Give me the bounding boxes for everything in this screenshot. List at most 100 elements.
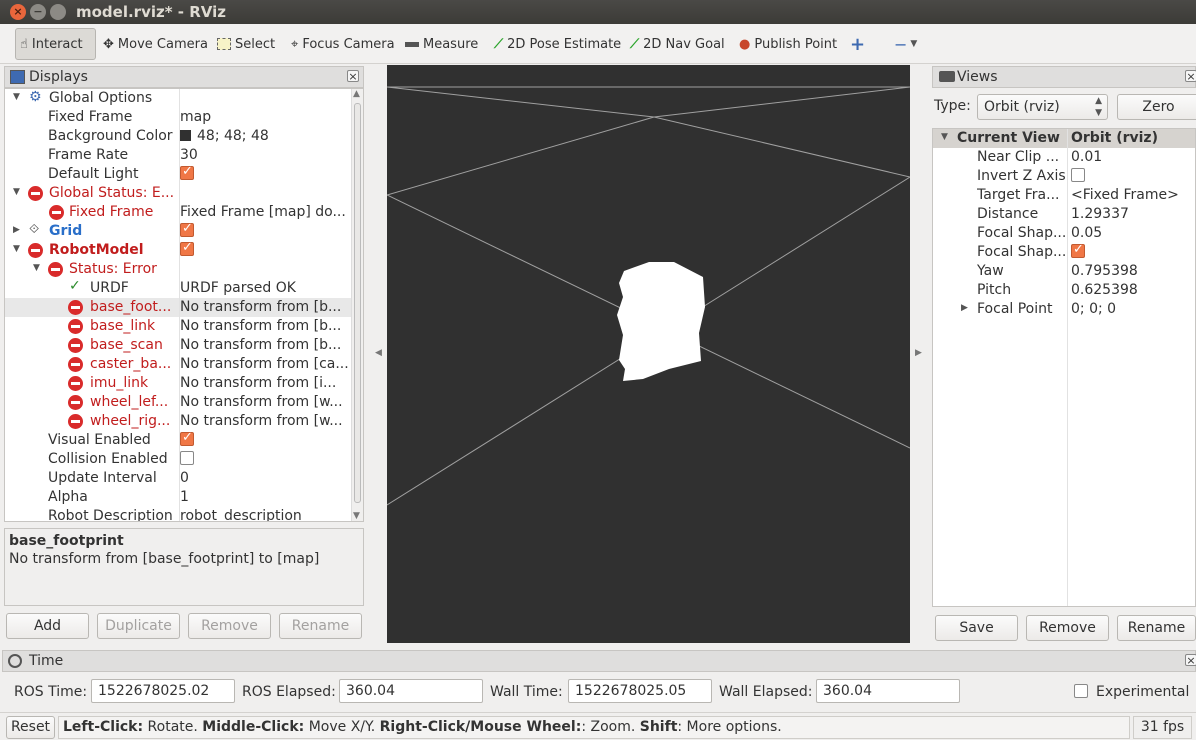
collision-enabled-checkbox[interactable] — [180, 451, 194, 465]
tree-row-fixed-frame-status[interactable]: Fixed Frame Fixed Frame [map] do... — [5, 203, 363, 222]
view-row-target-frame[interactable]: Target Fra... <Fixed Frame> — [933, 186, 1195, 205]
displays-tree[interactable]: ▼ ⚙ Global Options Fixed Frame map Backg… — [4, 88, 364, 522]
scroll-down-icon[interactable]: ▼ — [353, 511, 360, 521]
error-icon — [68, 338, 83, 353]
grid-render — [386, 86, 911, 506]
column-divider — [179, 89, 180, 521]
3d-viewport[interactable] — [386, 65, 911, 643]
tree-row-fixed-frame[interactable]: Fixed Frame map — [5, 108, 363, 127]
robotmodel-checkbox[interactable] — [180, 242, 194, 256]
chevron-down-icon: ▼ — [33, 263, 40, 273]
window-title: model.rviz* - RViz — [76, 3, 227, 21]
default-light-checkbox[interactable] — [180, 166, 194, 180]
tree-row-grid[interactable]: ▶ ⟐ Grid — [5, 222, 363, 241]
window-close-button[interactable]: × — [10, 4, 26, 20]
view-row-focal-shape-fixed[interactable]: Focal Shap... — [933, 242, 1195, 262]
close-icon[interactable]: × — [347, 70, 359, 82]
save-view-button[interactable]: Save — [935, 615, 1018, 641]
description-title: base_footprint — [9, 533, 124, 549]
view-type-select[interactable]: Orbit (rviz) ▲ ▼ — [977, 94, 1108, 120]
displays-scrollbar[interactable]: ▲ ▼ — [351, 89, 363, 521]
experimental-checkbox[interactable] — [1074, 684, 1088, 698]
tool-measure[interactable]: Measure — [405, 28, 478, 60]
focal-shape-fixed-checkbox[interactable] — [1071, 242, 1085, 258]
tool-focus-camera[interactable]: ⌖ Focus Camera — [291, 28, 395, 60]
ros-time-field[interactable]: 1522678025.02 — [91, 679, 235, 703]
view-row-distance[interactable]: Distance 1.29337 — [933, 205, 1195, 224]
tree-row-alpha[interactable]: Alpha 1 — [5, 488, 363, 507]
tree-row-base-scan[interactable]: base_scan No transform from [b... — [5, 336, 363, 355]
tree-row-wheel-left[interactable]: wheel_lef... No transform from [w... — [5, 393, 363, 412]
measure-icon — [405, 41, 419, 47]
chevron-down-icon: ▼ — [13, 244, 20, 254]
tree-row-frame-rate[interactable]: Frame Rate 30 — [5, 146, 363, 165]
tool-select[interactable]: Select — [217, 28, 275, 60]
add-button[interactable]: Add — [6, 613, 89, 639]
zero-button[interactable]: Zero — [1117, 94, 1196, 120]
duplicate-button[interactable]: Duplicate — [97, 613, 180, 639]
tree-row-global-options[interactable]: ▼ ⚙ Global Options — [5, 89, 363, 108]
reset-button[interactable]: Reset — [6, 716, 55, 739]
tree-row-update-interval[interactable]: Update Interval 0 — [5, 469, 363, 488]
tree-row-collision-enabled[interactable]: Collision Enabled — [5, 450, 363, 469]
rename-display-button[interactable]: Rename — [279, 613, 362, 639]
tree-row-global-status[interactable]: ▼ Global Status: E... — [5, 184, 363, 203]
view-row-yaw[interactable]: Yaw 0.795398 — [933, 262, 1195, 281]
tool-2d-pose-estimate[interactable]: ⟋ 2D Pose Estimate — [494, 28, 621, 60]
tree-row-urdf[interactable]: ✓ URDF URDF parsed OK — [5, 278, 363, 298]
error-icon — [68, 319, 83, 334]
tree-row-caster[interactable]: caster_ba... No transform from [ca... — [5, 355, 363, 374]
view-row-invert-z[interactable]: Invert Z Axis — [933, 167, 1195, 186]
add-tool-button[interactable]: + — [850, 28, 865, 60]
remove-tool-button[interactable]: − ▼ — [894, 28, 917, 60]
view-row-near-clip[interactable]: Near Clip ... 0.01 — [933, 148, 1195, 167]
window-minimize-button[interactable]: − — [30, 4, 46, 20]
scroll-up-icon[interactable]: ▲ — [353, 89, 360, 99]
collapse-right-icon[interactable]: ▶ — [915, 348, 922, 358]
error-icon — [68, 414, 83, 429]
nav-goal-icon: ⟋ — [630, 36, 640, 52]
displays-icon — [10, 70, 25, 84]
grid-icon: ⟐ — [29, 222, 40, 237]
invert-z-checkbox[interactable] — [1071, 168, 1085, 182]
views-tree[interactable]: ▼ Current View Orbit (rviz) Near Clip ..… — [932, 128, 1196, 607]
remove-display-button[interactable]: Remove — [188, 613, 271, 639]
view-row-pitch[interactable]: Pitch 0.625398 — [933, 281, 1195, 300]
scrollbar-thumb[interactable] — [354, 103, 361, 503]
window-maximize-button[interactable] — [50, 4, 66, 20]
color-swatch[interactable] — [180, 129, 191, 141]
grid-checkbox[interactable] — [180, 223, 194, 237]
error-icon — [49, 205, 64, 220]
status-bar: Reset Left-Click: Rotate. Middle-Click: … — [0, 712, 1196, 740]
close-icon[interactable]: × — [1185, 70, 1196, 82]
close-icon[interactable]: × — [1185, 654, 1196, 666]
error-icon — [28, 243, 43, 258]
tool-move-camera[interactable]: ✥ Move Camera — [103, 28, 208, 60]
chevron-down-icon: ▼ — [13, 92, 20, 102]
tree-row-visual-enabled[interactable]: Visual Enabled — [5, 431, 363, 450]
view-row-focal-shape-size[interactable]: Focal Shap... 0.05 — [933, 224, 1195, 243]
tool-2d-nav-goal[interactable]: ⟋ 2D Nav Goal — [630, 28, 725, 60]
tree-row-status-error[interactable]: ▼ Status: Error — [5, 260, 363, 279]
rename-view-button[interactable]: Rename — [1117, 615, 1196, 641]
current-view-header[interactable]: ▼ Current View Orbit (rviz) — [933, 129, 1195, 148]
wall-elapsed-field[interactable]: 360.04 — [816, 679, 960, 703]
tree-row-robot-description[interactable]: Robot Description robot_description — [5, 507, 363, 521]
tree-row-background-color[interactable]: Background Color 48; 48; 48 — [5, 127, 363, 146]
tool-publish-point[interactable]: ● Publish Point — [739, 28, 837, 60]
tree-row-default-light[interactable]: Default Light — [5, 165, 363, 184]
camera-icon — [939, 71, 955, 82]
remove-view-button[interactable]: Remove — [1026, 615, 1109, 641]
tree-row-base-footprint[interactable]: base_foot... No transform from [b... — [5, 298, 363, 317]
wall-time-field[interactable]: 1522678025.05 — [568, 679, 712, 703]
tree-row-wheel-right[interactable]: wheel_rig... No transform from [w... — [5, 412, 363, 431]
tree-row-imu-link[interactable]: imu_link No transform from [i... — [5, 374, 363, 393]
ros-elapsed-field[interactable]: 360.04 — [339, 679, 483, 703]
tool-interact[interactable]: ☝ Interact — [15, 28, 96, 60]
collapse-left-icon[interactable]: ◀ — [375, 348, 382, 358]
error-icon — [28, 186, 43, 201]
view-row-focal-point[interactable]: ▶ Focal Point 0; 0; 0 — [933, 300, 1195, 319]
visual-enabled-checkbox[interactable] — [180, 432, 194, 446]
tree-row-robotmodel[interactable]: ▼ RobotModel — [5, 241, 363, 260]
tree-row-base-link[interactable]: base_link No transform from [b... — [5, 317, 363, 336]
